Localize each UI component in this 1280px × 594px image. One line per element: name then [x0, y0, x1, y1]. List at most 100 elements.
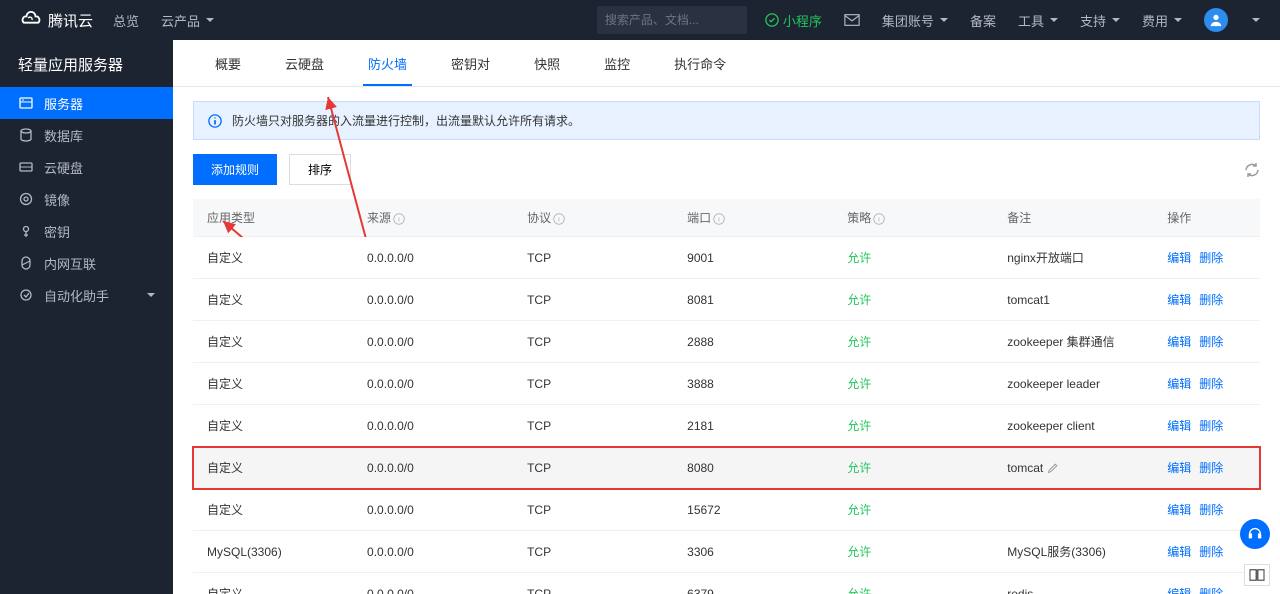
nav-overview[interactable]: 总览 — [113, 11, 139, 30]
cell-policy: 允许 — [833, 405, 993, 447]
cell-remark: tomcat — [993, 447, 1153, 489]
tab-6[interactable]: 执行命令 — [652, 40, 748, 86]
chevron-down-icon — [1174, 18, 1182, 22]
delete-link[interactable]: 删除 — [1199, 545, 1223, 559]
nav-beian[interactable]: 备案 — [970, 11, 996, 30]
table-row: 自定义 0.0.0.0/0 TCP 2888 允许 zookeeper 集群通信… — [193, 321, 1260, 363]
cell-remark: zookeeper leader — [993, 363, 1153, 405]
edit-link[interactable]: 编辑 — [1167, 587, 1191, 594]
edit-link[interactable]: 编辑 — [1167, 419, 1191, 433]
topnav-right-group: 小程序 集团账号 备案 工具 支持 费用 — [765, 8, 1260, 32]
edit-link[interactable]: 编辑 — [1167, 377, 1191, 391]
tab-0[interactable]: 概要 — [193, 40, 263, 86]
edit-link[interactable]: 编辑 — [1167, 461, 1191, 475]
chevron-down-icon — [940, 18, 948, 22]
sidebar-icon — [18, 159, 34, 175]
delete-link[interactable]: 删除 — [1199, 335, 1223, 349]
cell-source: 0.0.0.0/0 — [353, 363, 513, 405]
sidebar-item-1[interactable]: 数据库 — [0, 119, 173, 151]
cell-ops: 编辑删除 — [1153, 447, 1260, 489]
cell-remark: redis — [993, 573, 1153, 594]
delete-link[interactable]: 删除 — [1199, 587, 1223, 594]
sidebar-label: 镜像 — [44, 190, 70, 209]
check-circle-icon — [765, 13, 779, 27]
delete-link[interactable]: 删除 — [1199, 461, 1223, 475]
cell-policy: 允许 — [833, 321, 993, 363]
cell-app-type: 自定义 — [193, 321, 353, 363]
sidebar-item-4[interactable]: 密钥 — [0, 215, 173, 247]
search-input[interactable] — [605, 13, 760, 27]
edit-link[interactable]: 编辑 — [1167, 335, 1191, 349]
rules-table: 应用类型 来源i 协议i 端口i 策略i 备注 操作 自定义 0.0.0.0/0… — [193, 199, 1260, 594]
cell-protocol: TCP — [513, 489, 673, 531]
cell-ops: 编辑删除 — [1153, 363, 1260, 405]
topnav-left-group: 总览 云产品 — [113, 11, 214, 30]
cell-protocol: TCP — [513, 405, 673, 447]
top-navbar: 腾讯云 总览 云产品 小程序 集团账号 备案 工具 支持 费用 — [0, 0, 1280, 40]
sidebar-item-6[interactable]: 自动化助手 — [0, 279, 173, 311]
cell-protocol: TCP — [513, 573, 673, 594]
edit-icon[interactable] — [1047, 462, 1059, 474]
tab-2[interactable]: 防火墙 — [346, 40, 429, 86]
tab-1[interactable]: 云硬盘 — [263, 40, 346, 86]
chevron-down-icon — [206, 18, 214, 22]
nav-tools[interactable]: 工具 — [1018, 11, 1058, 30]
nav-group-account[interactable]: 集团账号 — [882, 11, 948, 30]
tab-4[interactable]: 快照 — [512, 40, 582, 86]
tab-5[interactable]: 监控 — [582, 40, 652, 86]
th-policy: 策略i — [833, 199, 993, 237]
delete-link[interactable]: 删除 — [1199, 251, 1223, 265]
edit-link[interactable]: 编辑 — [1167, 503, 1191, 517]
delete-link[interactable]: 删除 — [1199, 419, 1223, 433]
sidebar-label: 服务器 — [44, 94, 83, 113]
cloud-logo-icon — [20, 11, 42, 29]
sidebar-label: 云硬盘 — [44, 158, 83, 177]
mail-icon[interactable] — [844, 13, 860, 27]
edit-link[interactable]: 编辑 — [1167, 545, 1191, 559]
cell-source: 0.0.0.0/0 — [353, 405, 513, 447]
sidebar-title: 轻量应用服务器 — [0, 40, 173, 87]
th-remark: 备注 — [993, 199, 1153, 237]
delete-link[interactable]: 删除 — [1199, 377, 1223, 391]
add-rule-button[interactable]: 添加规则 — [193, 154, 277, 185]
refresh-icon[interactable] — [1244, 162, 1260, 178]
cell-port: 3306 — [673, 531, 833, 573]
nav-cost[interactable]: 费用 — [1142, 11, 1182, 30]
sort-button[interactable]: 排序 — [289, 154, 351, 185]
svg-text:i: i — [718, 216, 720, 223]
cell-policy: 允许 — [833, 363, 993, 405]
cell-app-type: 自定义 — [193, 279, 353, 321]
svg-text:i: i — [878, 216, 880, 223]
search-container[interactable] — [597, 6, 747, 34]
sidebar-item-3[interactable]: 镜像 — [0, 183, 173, 215]
nav-products[interactable]: 云产品 — [161, 11, 214, 30]
sidebar-item-2[interactable]: 云硬盘 — [0, 151, 173, 183]
tab-3[interactable]: 密钥对 — [429, 40, 512, 86]
sidebar-item-0[interactable]: 服务器 — [0, 87, 173, 119]
help-icon[interactable]: i — [393, 213, 405, 225]
delete-link[interactable]: 删除 — [1199, 503, 1223, 517]
table-row: 自定义 0.0.0.0/0 TCP 3888 允许 zookeeper lead… — [193, 363, 1260, 405]
user-avatar[interactable] — [1204, 8, 1228, 32]
delete-link[interactable]: 删除 — [1199, 293, 1223, 307]
cell-source: 0.0.0.0/0 — [353, 489, 513, 531]
cell-app-type: 自定义 — [193, 573, 353, 594]
sidebar-label: 内网互联 — [44, 254, 96, 273]
help-icon[interactable]: i — [873, 213, 885, 225]
help-float-button[interactable] — [1240, 519, 1270, 549]
avatar-chevron-icon[interactable] — [1252, 18, 1260, 22]
edit-link[interactable]: 编辑 — [1167, 293, 1191, 307]
cell-ops: 编辑删除 — [1153, 237, 1260, 279]
docs-float-button[interactable] — [1244, 564, 1270, 586]
nav-mini-program[interactable]: 小程序 — [765, 11, 822, 30]
main-content: 概要云硬盘防火墙密钥对快照监控执行命令 防火墙只对服务器的入流量进行控制，出流量… — [173, 40, 1280, 594]
sidebar-item-5[interactable]: 内网互联 — [0, 247, 173, 279]
help-icon[interactable]: i — [713, 213, 725, 225]
headset-icon — [1246, 525, 1264, 543]
brand-logo[interactable]: 腾讯云 — [20, 10, 93, 31]
cell-protocol: TCP — [513, 363, 673, 405]
help-icon[interactable]: i — [553, 213, 565, 225]
user-icon — [1209, 13, 1223, 27]
edit-link[interactable]: 编辑 — [1167, 251, 1191, 265]
nav-support[interactable]: 支持 — [1080, 11, 1120, 30]
